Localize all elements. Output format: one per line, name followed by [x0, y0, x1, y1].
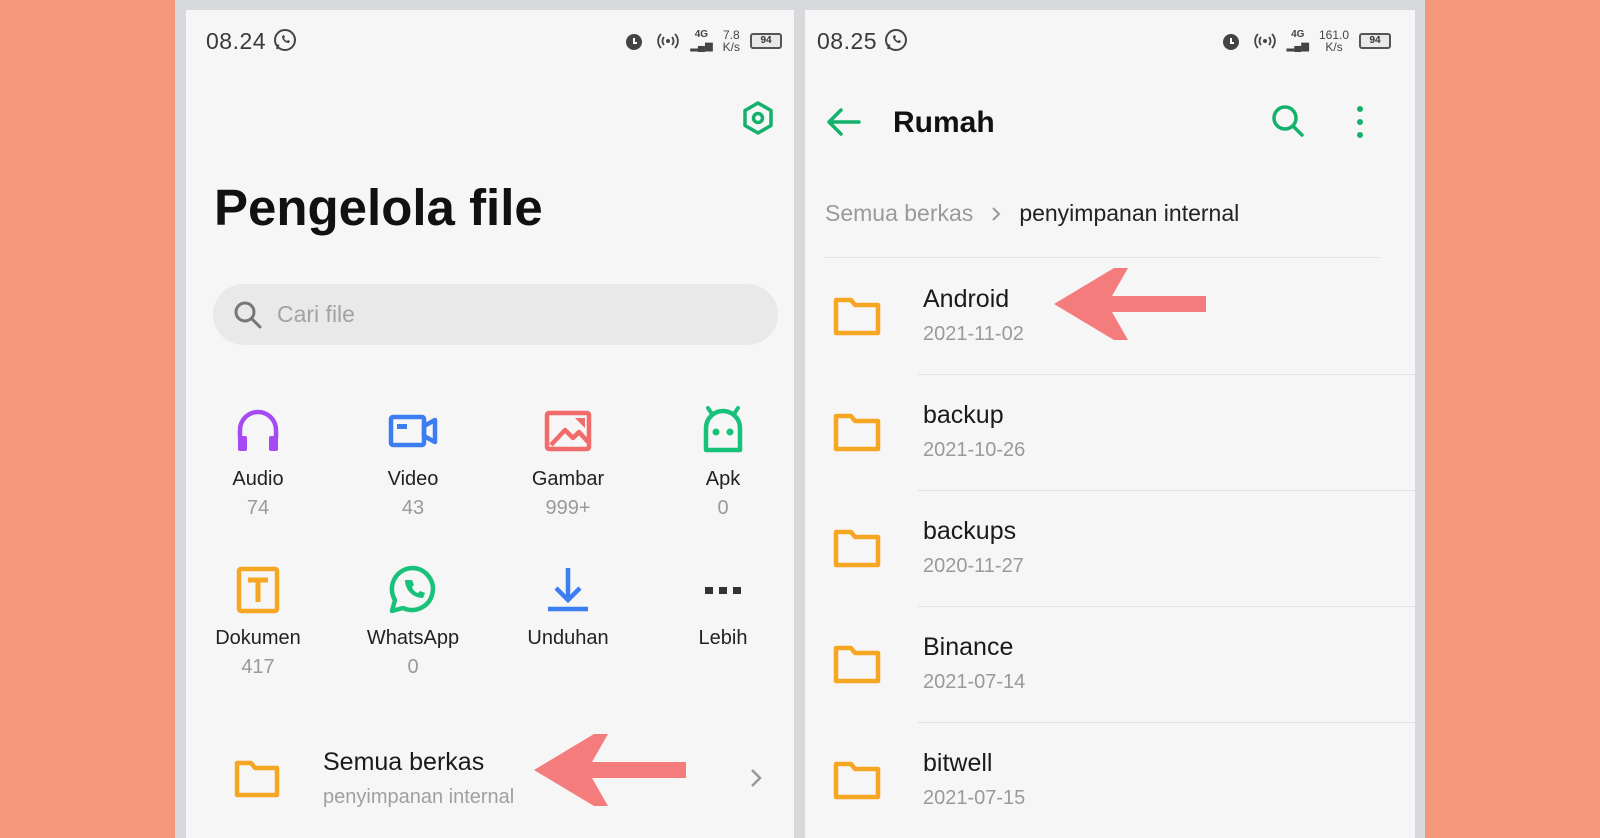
- all-files-entry[interactable]: Semua berkas penyimpanan internal: [186, 730, 794, 830]
- chevron-right-icon: [751, 769, 762, 787]
- folder-icon: [833, 529, 881, 568]
- headphones-icon: [237, 409, 279, 451]
- breadcrumb-divider: [825, 257, 1380, 258]
- search-bar[interactable]: [213, 284, 778, 345]
- back-arrow-icon[interactable]: [823, 102, 863, 142]
- network-speed: 161.0 K/s: [1318, 28, 1349, 54]
- category-unduhan[interactable]: Unduhan: [503, 563, 633, 656]
- search-icon: [234, 301, 262, 328]
- breadcrumb: Semua berkas penyimpanan internal: [825, 200, 1239, 227]
- chevron-right-icon: [992, 206, 1001, 221]
- folder-name: Android: [923, 285, 1010, 313]
- status-bar-icons: 4G ▂▄▆ 7.8 K/s 94: [622, 26, 782, 56]
- breadcrumb-item-internal-storage[interactable]: penyimpanan internal: [1019, 200, 1239, 227]
- settings-hexagon-icon[interactable]: [738, 98, 778, 138]
- whatsapp-icon: [389, 565, 436, 614]
- folder-icon: [833, 761, 881, 800]
- alarm-icon: [626, 34, 643, 50]
- android-icon: [703, 406, 743, 453]
- whatsapp-status-icon: [273, 29, 296, 51]
- folder-name: backup: [923, 401, 1004, 429]
- folder-date: 2021-10-26: [923, 439, 1026, 461]
- category-dokumen[interactable]: Dokumen 417: [193, 563, 323, 679]
- search-icon[interactable]: [1270, 103, 1306, 139]
- folder-name: Binance: [923, 633, 1014, 661]
- status-bar-time: 08.25: [817, 28, 908, 55]
- folder-row[interactable]: backups 2020-11-27: [805, 491, 1415, 607]
- folder-date: 2021-07-14: [923, 671, 1026, 693]
- alarm-icon: [1222, 34, 1239, 50]
- category-lebih[interactable]: Lebih: [658, 563, 788, 656]
- page-title: Rumah: [893, 106, 995, 139]
- status-bar-time: 08.24: [206, 28, 297, 55]
- image-icon: [544, 410, 592, 452]
- all-files-title: Semua berkas: [323, 748, 485, 776]
- category-audio[interactable]: Audio 74: [193, 404, 323, 520]
- battery-indicator: 94: [1359, 33, 1391, 49]
- category-video[interactable]: Video 43: [348, 404, 478, 520]
- category-gambar[interactable]: Gambar 999+: [503, 404, 633, 520]
- status-bar-icons: 4G ▂▄▆ 161.0 K/s 94: [1219, 26, 1391, 56]
- overflow-menu-icon[interactable]: [1345, 102, 1375, 142]
- whatsapp-status-icon: [884, 29, 907, 51]
- annotation-arrow-all-files: [534, 734, 686, 806]
- folder-date: 2021-07-15: [923, 787, 1026, 809]
- page-title: Pengelola file: [214, 179, 543, 236]
- breadcrumb-item-all-files[interactable]: Semua berkas: [825, 200, 973, 227]
- folder-icon: [833, 413, 881, 452]
- battery-indicator: 94: [750, 33, 782, 49]
- all-files-subtitle: penyimpanan internal: [323, 786, 515, 808]
- category-apk[interactable]: Apk 0: [658, 404, 788, 520]
- video-camera-icon: [388, 414, 438, 448]
- document-icon: [236, 566, 280, 614]
- hotspot-icon: [657, 33, 679, 49]
- folder-icon: [833, 297, 881, 336]
- category-whatsapp[interactable]: WhatsApp 0: [348, 563, 478, 679]
- hotspot-icon: [1253, 33, 1276, 49]
- folder-row[interactable]: backup 2021-10-26: [805, 375, 1415, 491]
- file-manager-home-screen: 08.24 4G▂▄▆ 7.8K/s 94 Pengelola file Aud…: [186, 10, 794, 838]
- folder-date: 2021-11-02: [923, 323, 1024, 345]
- download-icon: [548, 568, 588, 612]
- search-input[interactable]: [277, 301, 757, 328]
- folder-name: bitwell: [923, 749, 993, 777]
- folder-row[interactable]: Binance 2021-07-14: [805, 607, 1415, 723]
- network-speed: 7.8 K/s: [722, 28, 740, 54]
- annotation-arrow-android: [1054, 268, 1206, 340]
- folder-row[interactable]: bitwell 2021-07-15: [805, 723, 1415, 838]
- folder-icon: [833, 645, 881, 684]
- folder-icon: [234, 760, 280, 798]
- signal-4g-icon: 4G ▂▄▆: [1286, 29, 1309, 52]
- folder-browser-screen: 08.25 4G ▂▄▆ 161.0 K/s 94 Rumah Semua berk…: [805, 10, 1415, 838]
- more-dots-icon: [705, 587, 741, 594]
- folder-date: 2020-11-27: [923, 555, 1024, 577]
- signal-4g-icon: 4G ▂▄▆: [690, 29, 713, 52]
- folder-name: backups: [923, 517, 1017, 545]
